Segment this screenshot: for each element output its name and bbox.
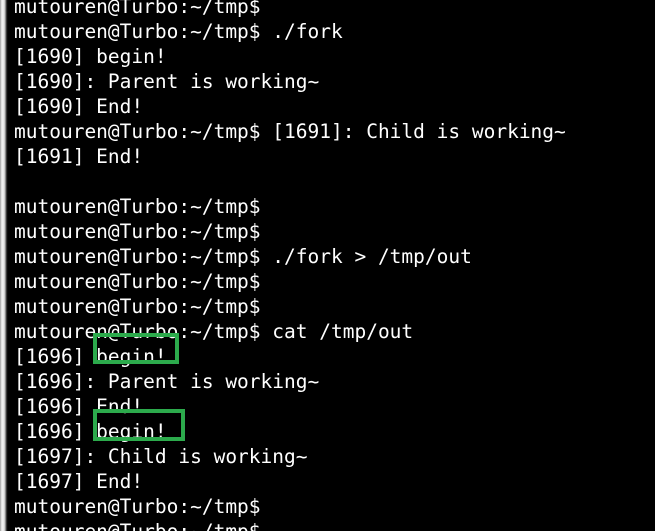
terminal-line: [1696] begin! (14, 345, 167, 368)
terminal-line: mutouren@Turbo:~/tmp$ (14, 270, 261, 293)
terminal-line: mutouren@Turbo:~/tmp$ (14, 519, 655, 531)
terminal-line: [1690] End! (14, 95, 144, 118)
terminal-line: mutouren@Turbo:~/tmp$ (14, 295, 261, 318)
terminal-line: [1690] begin! (14, 45, 167, 68)
terminal-line: mutouren@Turbo:~/tmp$ [1691]: Child is w… (14, 120, 566, 143)
terminal-line: mutouren@Turbo:~/tmp$ (14, 495, 261, 518)
window-left-frame (0, 0, 8, 531)
terminal-line: [1696] End! (14, 395, 144, 418)
terminal-line: mutouren@Turbo:~/tmp$ cat /tmp/out (14, 320, 414, 343)
terminal-line: [1696] begin! (14, 420, 167, 443)
terminal-line: mutouren@Turbo:~/tmp$ (14, 0, 261, 18)
terminal-line: mutouren@Turbo:~/tmp$ ./fork > /tmp/out (14, 245, 472, 268)
terminal-line: [1696]: Parent is working~ (14, 370, 320, 393)
terminal-line: mutouren@Turbo:~/tmp$ ./fork (14, 20, 343, 43)
terminal-line: [1697]: Child is working~ (14, 445, 308, 468)
terminal-line: mutouren@Turbo:~/tmp$ (14, 195, 261, 218)
terminal-window[interactable]: mutouren@Turbo:~/tmp$ mutouren@Turbo:~/t… (0, 0, 655, 531)
terminal-line: [1697] End! (14, 470, 144, 493)
terminal-line: [1690]: Parent is working~ (14, 70, 320, 93)
terminal-screen[interactable]: mutouren@Turbo:~/tmp$ mutouren@Turbo:~/t… (8, 0, 655, 531)
terminal-line: mutouren@Turbo:~/tmp$ (14, 220, 261, 243)
terminal-line: [1691] End! (14, 145, 144, 168)
terminal-output-area: mutouren@Turbo:~/tmp$ mutouren@Turbo:~/t… (14, 0, 655, 531)
